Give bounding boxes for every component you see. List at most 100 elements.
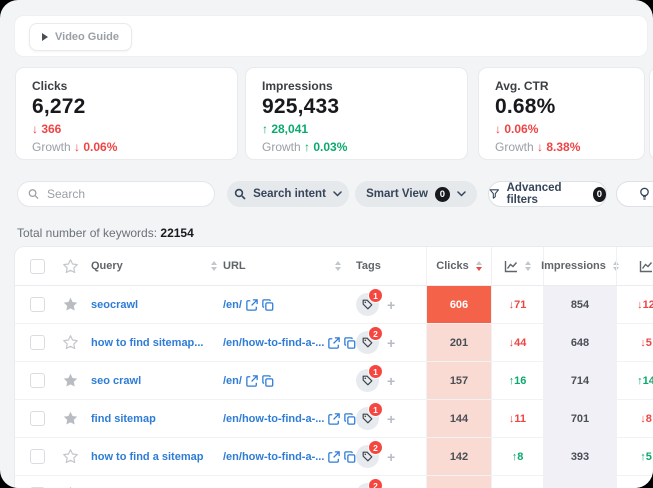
chevron-down-icon bbox=[333, 191, 342, 197]
advanced-filters-label: Advanced filters bbox=[507, 182, 586, 206]
select-all-checkbox[interactable] bbox=[30, 259, 45, 274]
search-intent-dropdown[interactable]: Search intent bbox=[227, 181, 349, 207]
impressions-value: 701 bbox=[571, 413, 589, 425]
suggestions-button[interactable]: A bbox=[616, 181, 653, 207]
external-link-icon[interactable] bbox=[328, 413, 340, 425]
smart-view-dropdown[interactable]: Smart View 0 bbox=[355, 181, 477, 207]
url-link[interactable]: /en/how-to-find-a-... bbox=[223, 451, 356, 463]
row-checkbox[interactable] bbox=[30, 373, 45, 388]
add-tag-button[interactable]: + bbox=[387, 411, 395, 427]
star-icon[interactable] bbox=[62, 448, 79, 465]
filter-funnel-icon bbox=[489, 188, 500, 200]
external-link-icon[interactable] bbox=[246, 299, 258, 311]
row-checkbox[interactable] bbox=[30, 335, 45, 350]
stat-card-impressions: Impressions 925,433 ↑ 28,041 Growth ↑ 0.… bbox=[245, 67, 468, 160]
chart-icon bbox=[639, 260, 653, 273]
card-growth: Growth ↑ 0.03% bbox=[262, 140, 451, 154]
url-link[interactable]: /en/how-to-find-a-... bbox=[223, 413, 356, 425]
query-link[interactable]: seocrawl bbox=[91, 299, 138, 311]
card-value: 0.68% bbox=[495, 95, 628, 119]
card-title: Clicks bbox=[32, 79, 221, 93]
clicks-value: 157 bbox=[450, 375, 468, 387]
copy-icon[interactable] bbox=[262, 299, 274, 311]
star-icon[interactable] bbox=[62, 334, 79, 351]
card-title: Avg. CTR bbox=[495, 79, 628, 93]
search-icon bbox=[28, 188, 39, 200]
impressions-change: ↓12 bbox=[637, 299, 653, 311]
stat-card-clicks: Clicks 6,272 ↓ 366 Growth ↓ 0.06% bbox=[15, 67, 238, 160]
impressions-value: 648 bbox=[571, 337, 589, 349]
impressions-change: ↓8 bbox=[640, 413, 652, 425]
clicks-value: 201 bbox=[450, 337, 468, 349]
star-icon[interactable] bbox=[62, 296, 79, 313]
video-guide-panel: Video Guide bbox=[14, 15, 648, 57]
keywords-table: Query URL Tags Clicks Impressions seocra… bbox=[14, 246, 653, 488]
card-delta: ↓ 366 bbox=[32, 122, 221, 136]
row-checkbox[interactable] bbox=[30, 449, 45, 464]
card-delta: ↓ 0.06% bbox=[495, 122, 628, 136]
url-link[interactable]: /en/ bbox=[223, 375, 274, 387]
card-value: 6,272 bbox=[32, 95, 221, 119]
advanced-filters-button[interactable]: Advanced filters 0 bbox=[488, 181, 607, 207]
search-input[interactable] bbox=[45, 186, 204, 202]
query-link[interactable]: how to find a sitemap bbox=[91, 451, 203, 463]
video-guide-label: Video Guide bbox=[55, 31, 119, 43]
impressions-value: 714 bbox=[571, 375, 589, 387]
stat-card-avg-ctr: Avg. CTR 0.68% ↓ 0.06% Growth ↓ 8.38% bbox=[478, 67, 645, 160]
clicks-value: 144 bbox=[450, 413, 468, 425]
stat-card-partial bbox=[649, 67, 653, 160]
table-row: how to find sitemap... /en/how-to-find-a… bbox=[15, 324, 653, 362]
row-checkbox[interactable] bbox=[30, 297, 45, 312]
table-row: seocrawl /en/ 1 + 606 ↓71 854 ↓12 bbox=[15, 286, 653, 324]
add-tag-button[interactable]: + bbox=[387, 297, 395, 313]
add-tag-button[interactable]: + bbox=[387, 449, 395, 465]
clicks-value: 142 bbox=[450, 451, 468, 463]
table-header: Query URL Tags Clicks Impressions bbox=[15, 247, 653, 286]
lightbulb-icon bbox=[639, 187, 650, 201]
star-icon[interactable] bbox=[62, 410, 79, 427]
url-link[interactable]: /en/how-to-find-a-... bbox=[223, 337, 356, 349]
external-link-icon[interactable] bbox=[328, 337, 340, 349]
clicks-change: ↓44 bbox=[509, 337, 527, 349]
query-link[interactable]: seo crawl bbox=[91, 375, 141, 387]
query-link[interactable]: find sitemap bbox=[91, 413, 156, 425]
search-icon bbox=[234, 188, 246, 200]
video-guide-button[interactable]: Video Guide bbox=[29, 23, 132, 51]
star-icon[interactable] bbox=[62, 372, 79, 389]
play-icon bbox=[42, 33, 48, 41]
sort-clicks-change[interactable] bbox=[525, 261, 531, 271]
filter-toolbar: Search intent Smart View 0 Advanced filt… bbox=[0, 181, 653, 207]
smart-view-label: Smart View bbox=[366, 188, 428, 200]
external-link-icon[interactable] bbox=[246, 375, 258, 387]
row-checkbox[interactable] bbox=[30, 411, 45, 426]
clicks-change: ↓11 bbox=[509, 413, 526, 425]
add-tag-button[interactable]: + bbox=[387, 373, 395, 389]
col-url: URL bbox=[223, 260, 246, 272]
external-link-icon[interactable] bbox=[328, 451, 340, 463]
impressions-change: ↓5 bbox=[640, 337, 652, 349]
query-link[interactable]: how to find sitemap... bbox=[91, 337, 203, 349]
search-input-wrapper bbox=[17, 181, 215, 207]
copy-icon[interactable] bbox=[262, 375, 274, 387]
card-growth: Growth ↓ 0.06% bbox=[32, 140, 221, 154]
card-value: 925,433 bbox=[262, 95, 451, 119]
url-link[interactable]: /en/ bbox=[223, 299, 274, 311]
sort-clicks[interactable] bbox=[476, 261, 482, 271]
tag-count-badge: 2 bbox=[368, 326, 383, 341]
col-query: Query bbox=[91, 260, 123, 272]
clicks-change: ↓71 bbox=[509, 299, 527, 311]
star-icon[interactable] bbox=[62, 258, 79, 275]
add-tag-button[interactable]: + bbox=[387, 335, 395, 351]
card-delta: ↑ 28,041 bbox=[262, 122, 451, 136]
card-title: Impressions bbox=[262, 79, 451, 93]
card-growth: Growth ↓ 8.38% bbox=[495, 140, 628, 154]
tag-count-badge: 2 bbox=[368, 478, 383, 488]
tag-count-badge: 1 bbox=[368, 288, 383, 303]
search-intent-label: Search intent bbox=[253, 188, 326, 200]
chevron-down-icon bbox=[457, 191, 466, 197]
impressions-change: ↑14 bbox=[637, 375, 653, 387]
impressions-value: 393 bbox=[571, 451, 589, 463]
table-row: 2 + bbox=[15, 476, 653, 488]
keywords-total-count: 22154 bbox=[160, 226, 193, 240]
keywords-total-label: Total number of keywords: bbox=[17, 226, 157, 240]
